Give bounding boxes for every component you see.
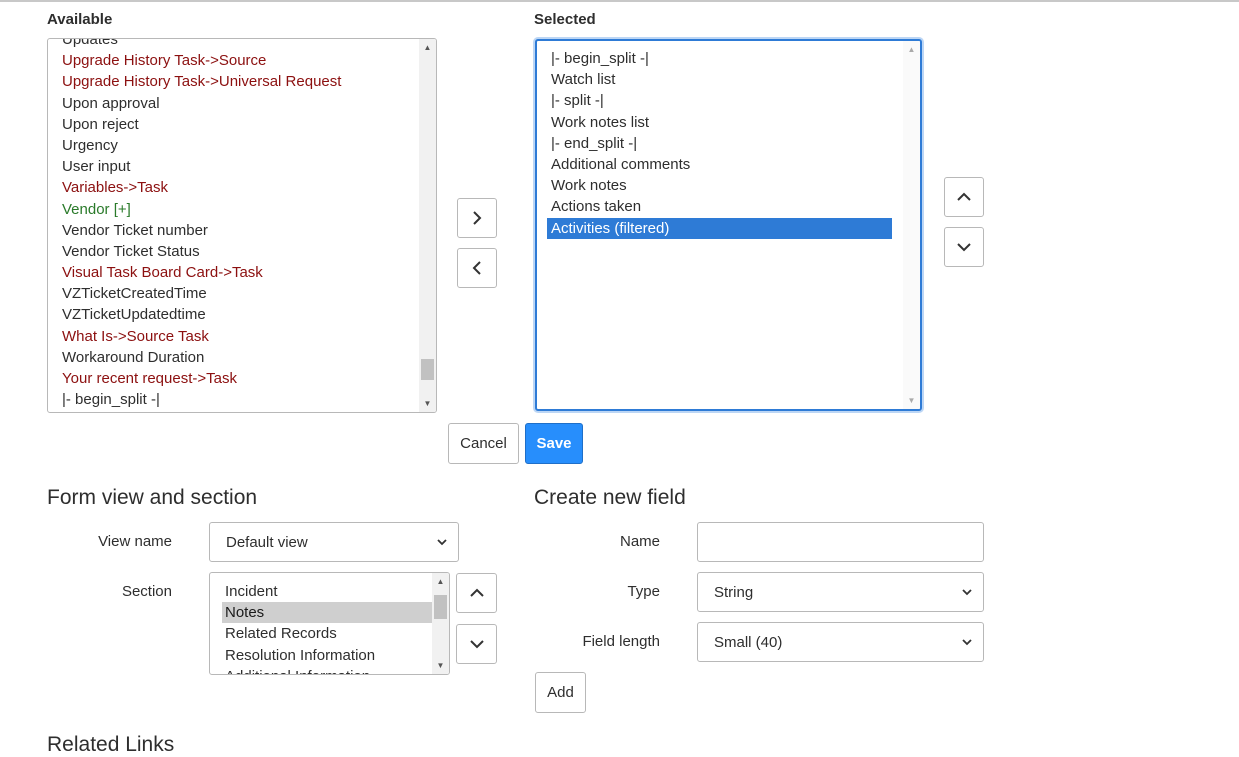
section-option[interactable]: Related Records <box>222 623 432 644</box>
chevron-down-icon <box>469 640 484 649</box>
section-move-up-button[interactable] <box>456 573 497 613</box>
scroll-thumb[interactable] <box>421 359 434 380</box>
available-option[interactable]: Vendor Ticket Status <box>48 241 419 262</box>
name-label: Name <box>619 533 660 550</box>
scroll-down-arrow-icon[interactable]: ▼ <box>903 392 920 409</box>
available-option[interactable]: Updates <box>48 39 419 50</box>
available-option[interactable]: Variables->Task <box>48 177 419 198</box>
move-up-button[interactable] <box>944 177 984 217</box>
move-down-button[interactable] <box>944 227 984 267</box>
scroll-up-arrow-icon[interactable]: ▲ <box>419 39 436 56</box>
scroll-up-arrow-icon[interactable]: ▲ <box>903 41 920 58</box>
selected-list[interactable]: |- begin_split -| Watch list |- split -| Wo… <box>535 39 922 411</box>
chevron-down-icon <box>962 639 972 646</box>
view-name-select[interactable]: Default view <box>209 522 459 562</box>
selected-label: Selected <box>534 11 596 28</box>
available-option[interactable]: Upgrade History Task->Source <box>48 50 419 71</box>
available-options: Updates Upgrade History Task->Source Upgra… <box>48 39 419 410</box>
name-input[interactable] <box>697 522 984 562</box>
available-option[interactable]: VZTicketCreatedTime <box>48 283 419 304</box>
available-label: Available <box>47 11 113 28</box>
view-name-value: Default view <box>226 533 308 551</box>
section-move-down-button[interactable] <box>456 624 497 664</box>
top-divider <box>0 0 1239 2</box>
chevron-up-icon <box>957 192 971 201</box>
chevron-left-icon <box>472 261 481 275</box>
move-right-button[interactable] <box>457 198 497 238</box>
selected-options: |- begin_split -| Watch list |- split -| Wo… <box>547 48 892 239</box>
chevron-up-icon <box>469 588 484 597</box>
field-length-label: Field length <box>582 633 660 650</box>
selected-option[interactable]: Work notes list <box>547 112 892 133</box>
field-length-select[interactable]: Small (40) <box>697 622 984 662</box>
available-option[interactable]: Upon approval <box>48 93 419 114</box>
view-name-label: View name <box>98 533 172 550</box>
available-option[interactable]: Your recent request->Task <box>48 368 419 389</box>
save-button[interactable]: Save <box>525 423 583 464</box>
selected-option[interactable]: Actions taken <box>547 196 892 217</box>
scroll-down-arrow-icon[interactable]: ▼ <box>432 657 449 674</box>
section-option[interactable]: Notes <box>222 602 432 624</box>
available-option[interactable]: |- begin_split -| <box>48 389 419 410</box>
available-option[interactable]: Upon reject <box>48 114 419 135</box>
type-select[interactable]: String <box>697 572 984 612</box>
create-field-title: Create new field <box>534 486 686 509</box>
add-field-button[interactable]: Add <box>535 672 586 713</box>
type-value: String <box>714 583 754 601</box>
section-option[interactable]: Incident <box>222 581 432 602</box>
section-options: Incident Notes Related Records Resolution I… <box>210 581 432 674</box>
chevron-down-icon <box>962 589 972 596</box>
selected-option[interactable]: Watch list <box>547 69 892 90</box>
scroll-thumb[interactable] <box>434 595 447 619</box>
selected-option[interactable]: |- begin_split -| <box>547 48 892 69</box>
available-option[interactable]: VZTicketUpdatedtime <box>48 304 419 325</box>
scroll-down-arrow-icon[interactable]: ▼ <box>419 395 436 412</box>
form-view-title: Form view and section <box>47 486 258 509</box>
available-option[interactable]: Urgency <box>48 135 419 156</box>
available-option[interactable]: What Is->Source Task <box>48 326 419 347</box>
selected-scrollbar[interactable]: ▲ ▼ <box>903 41 920 409</box>
available-scrollbar[interactable]: ▲ ▼ <box>419 39 436 412</box>
selected-option[interactable]: Activities (filtered) <box>547 217 892 239</box>
section-option[interactable]: Resolution Information <box>222 645 432 666</box>
selected-option[interactable]: Work notes <box>547 175 892 196</box>
chevron-right-icon <box>473 211 482 225</box>
selected-option[interactable]: Additional comments <box>547 154 892 175</box>
section-label: Section <box>121 583 172 600</box>
move-left-button[interactable] <box>457 248 497 288</box>
related-links-title: Related Links <box>47 733 175 756</box>
chevron-down-icon <box>437 539 447 546</box>
section-option[interactable]: Additional Information <box>222 666 432 674</box>
chevron-down-icon <box>957 243 971 252</box>
available-option[interactable]: Upgrade History Task->Universal Request <box>48 71 419 92</box>
available-option[interactable]: Workaround Duration <box>48 347 419 368</box>
field-length-value: Small (40) <box>714 633 783 651</box>
available-option[interactable]: Visual Task Board Card->Task <box>48 262 419 283</box>
selected-option[interactable]: |- split -| <box>547 90 892 111</box>
section-list[interactable]: Incident Notes Related Records Resolution I… <box>209 572 450 675</box>
cancel-button[interactable]: Cancel <box>448 423 519 464</box>
available-list[interactable]: Updates Upgrade History Task->Source Upgra… <box>47 38 437 413</box>
type-label: Type <box>627 583 660 600</box>
scroll-up-arrow-icon[interactable]: ▲ <box>432 573 449 590</box>
selected-option[interactable]: |- end_split -| <box>547 133 892 154</box>
available-option[interactable]: Vendor [+] <box>48 199 419 220</box>
available-option[interactable]: Vendor Ticket number <box>48 220 419 241</box>
section-scrollbar[interactable]: ▲ ▼ <box>432 573 449 674</box>
available-option[interactable]: User input <box>48 156 419 177</box>
